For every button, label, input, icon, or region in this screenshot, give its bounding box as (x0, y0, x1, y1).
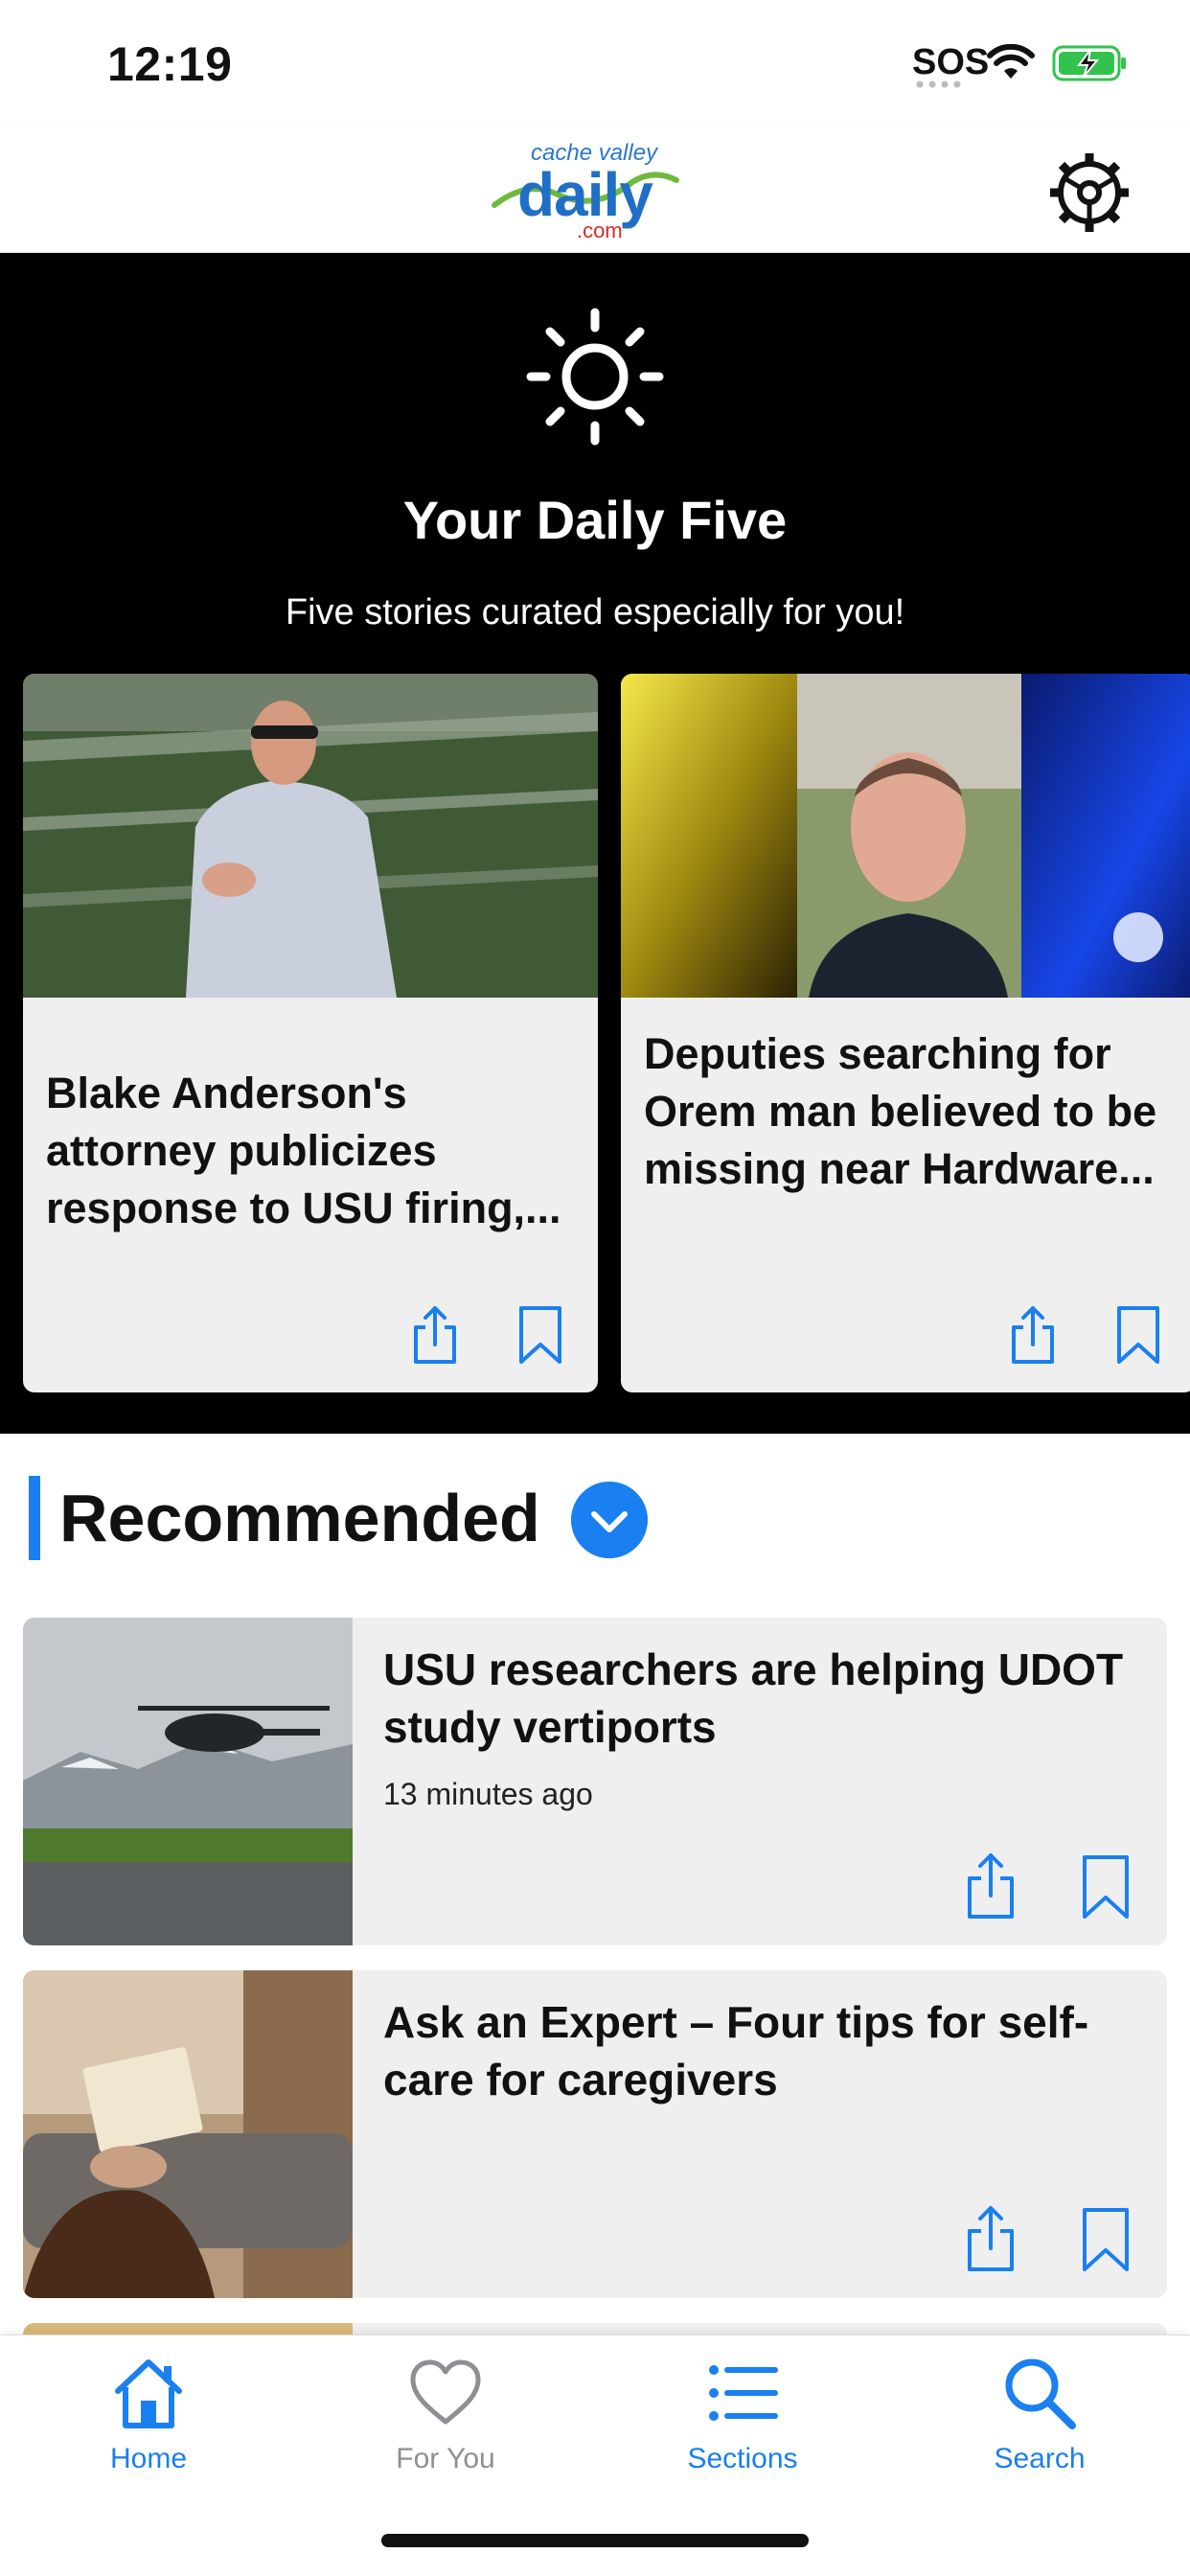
story-card[interactable]: Blake Anderson's attorney publicizes res… (23, 674, 598, 1392)
tab-sections[interactable]: Sections (623, 2355, 862, 2498)
list-item[interactable]: Ask an Expert – Four tips for self-care … (23, 1970, 1167, 2298)
sun-icon (526, 308, 664, 446)
article-image[interactable] (23, 1970, 353, 2298)
tab-home-label: Home (109, 2443, 188, 2474)
share-icon[interactable] (962, 1852, 1019, 1920)
tab-home[interactable]: Home (29, 2355, 268, 2498)
home-indicator[interactable] (381, 2534, 809, 2547)
cache-valley-daily-logo[interactable]: cache valley daily .com (489, 134, 680, 242)
article-image[interactable] (23, 1618, 353, 1945)
story-title[interactable]: Blake Anderson's attorney publicizes res… (46, 1065, 583, 1237)
status-bar: 12:19 SOS (0, 0, 1190, 125)
battery-charging-icon (1052, 45, 1126, 81)
chevron-down-icon[interactable] (571, 1482, 648, 1558)
tab-for-you[interactable]: For You (326, 2355, 565, 2498)
article-title[interactable]: USU researchers are helping UDOT study v… (383, 1641, 1140, 1756)
tab-for-you-label: For You (396, 2443, 495, 2474)
section-accent-bar (29, 1476, 40, 1560)
list-icon (709, 2365, 778, 2421)
status-time: 12:19 (107, 37, 233, 91)
story-card[interactable]: Deputies searching for Orem man believed… (621, 674, 1190, 1392)
article-actions (962, 1852, 1134, 1920)
story-image[interactable] (23, 674, 598, 998)
daily-five-subtitle: Five stories curated especially for you! (285, 592, 905, 632)
share-icon[interactable] (962, 2204, 1019, 2273)
share-icon[interactable] (406, 1304, 464, 1366)
sos-label: SOS (912, 42, 990, 82)
search-icon (1005, 2358, 1076, 2429)
story-image[interactable] (621, 674, 1190, 998)
wifi-icon (987, 44, 1035, 79)
list-item[interactable]: USU researchers are helping UDOT study v… (23, 1618, 1167, 1945)
bookmark-icon[interactable] (512, 1304, 569, 1366)
gear-icon[interactable] (1046, 150, 1133, 236)
article-actions (962, 2204, 1134, 2273)
logo-bottom-text: .com (577, 218, 623, 242)
recommended-heading: Recommended (59, 1481, 540, 1555)
daily-five-title: Your Daily Five (402, 490, 788, 550)
story-actions (406, 1304, 579, 1366)
heart-icon (410, 2359, 481, 2425)
story-actions (1004, 1304, 1177, 1366)
article-title[interactable]: Ask an Expert – Four tips for self-care … (383, 1993, 1140, 2108)
home-icon (115, 2359, 182, 2428)
share-icon[interactable] (1004, 1304, 1062, 1366)
signal-dots-icon (916, 80, 961, 88)
bookmark-icon[interactable] (1077, 1852, 1134, 1920)
bookmark-icon[interactable] (1077, 2204, 1134, 2273)
bookmark-icon[interactable] (1110, 1304, 1167, 1366)
tab-search-label: Search (994, 2443, 1086, 2474)
story-title[interactable]: Deputies searching for Orem man believed… (644, 1025, 1180, 1198)
article-timestamp: 13 minutes ago (383, 1777, 593, 1811)
tab-sections-label: Sections (687, 2443, 798, 2474)
tab-search[interactable]: Search (920, 2355, 1159, 2498)
